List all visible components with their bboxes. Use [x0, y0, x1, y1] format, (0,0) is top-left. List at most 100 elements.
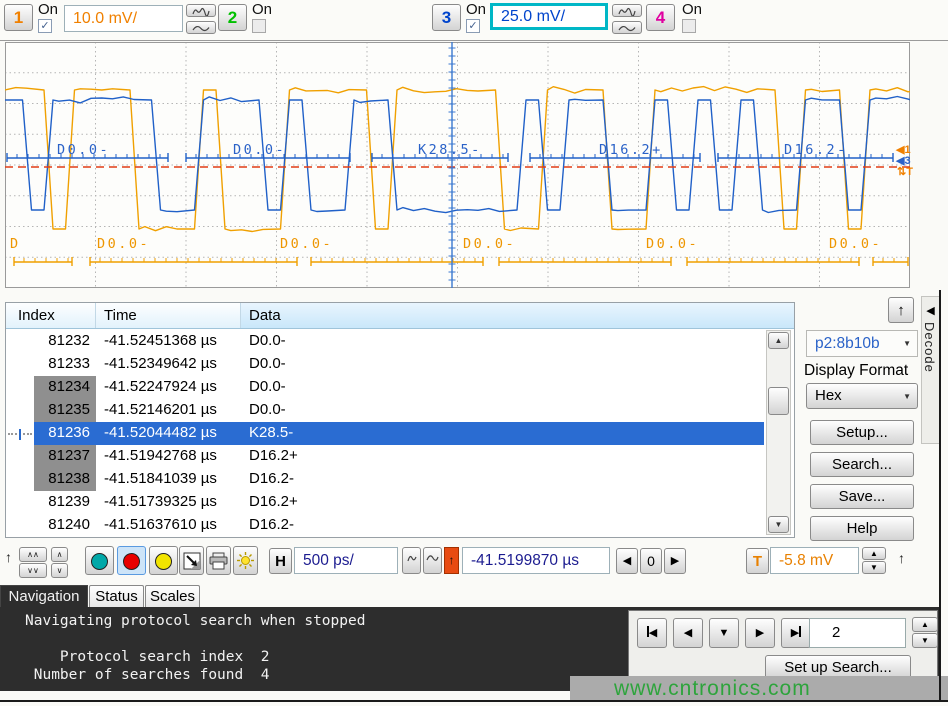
search-index-field[interactable]: 2	[809, 618, 906, 648]
channel-2-button[interactable]: 2	[218, 4, 247, 31]
previous-result-button[interactable]: ◀	[673, 618, 703, 648]
table-row[interactable]: 81236-41.52044482 µsK28.5-	[6, 422, 764, 445]
cell-index: 81237	[34, 445, 96, 468]
last-bar-icon	[799, 626, 801, 637]
channel-4-on-checkbox[interactable]: ✓	[682, 19, 696, 33]
table-scrollbar[interactable]: ▲ ▼	[766, 330, 791, 535]
channel-3-waveshape-icon-button[interactable]	[612, 4, 642, 17]
trigger-menu-button[interactable]: T	[746, 548, 769, 574]
position-zero-button[interactable]: 0	[640, 548, 662, 574]
row-gutter	[6, 514, 34, 537]
save-button[interactable]: Save...	[810, 484, 914, 509]
decode-label: D	[10, 236, 21, 252]
stop-button[interactable]	[117, 546, 146, 575]
channel-3-scale-field[interactable]: 25.0 mV/	[490, 3, 608, 30]
step-up-button[interactable]: ∧∧	[19, 547, 47, 562]
reference-point-icon[interactable]: ↑	[444, 547, 459, 574]
cell-index: 81236	[34, 422, 96, 445]
channel-4-button[interactable]: 4	[646, 4, 675, 31]
tab-status[interactable]: Status	[89, 585, 144, 608]
channel-2-on-label: On	[252, 1, 272, 18]
search-navigation-panel: ◀ ◀ ▼ ▶ ▶ 2 ▲ ▼ Set up Search...	[628, 610, 938, 684]
cell-data: D16.2-	[241, 514, 764, 537]
fine-up-button[interactable]: ∧	[51, 547, 68, 562]
trigger-level-down-button[interactable]: ▼	[862, 561, 886, 574]
scroll-up-icon[interactable]: ▲	[768, 332, 789, 349]
column-header-index[interactable]: Index	[6, 303, 96, 328]
position-left-button[interactable]: ◀	[616, 548, 638, 574]
channel-toolbar: 1 On ✓ 10.0 mV/ 2 On ✓ 3 On ✓ 25.0 mV/ 4…	[0, 0, 948, 41]
print-button[interactable]	[206, 546, 231, 575]
scroll-thumb[interactable]	[768, 387, 789, 415]
table-row[interactable]: 81235-41.52146201 µsD0.0-	[6, 399, 764, 422]
decode-label: D0.0-	[57, 142, 110, 158]
cell-data: D16.2-	[241, 468, 764, 491]
run-button[interactable]	[85, 546, 114, 575]
column-header-data[interactable]: Data	[241, 303, 794, 328]
single-button[interactable]	[149, 546, 178, 575]
channel-3-on-checkbox[interactable]: ✓	[466, 19, 480, 33]
cell-index: 81232	[34, 330, 96, 353]
setup-button[interactable]: Setup...	[810, 420, 914, 445]
timebase-field[interactable]: 500 ps/	[294, 547, 398, 574]
scroll-down-icon[interactable]: ▼	[768, 516, 789, 533]
tab-scales[interactable]: Scales	[145, 585, 200, 608]
sine-icon	[193, 26, 209, 30]
channel-2-on-checkbox[interactable]: ✓	[252, 19, 266, 33]
waveform-display[interactable]: D0.0-D0.0-K28.5-D16.2+D16.2- DD0.0-D0.0-…	[5, 42, 910, 288]
table-row[interactable]: 81239-41.51739325 µsD16.2+	[6, 491, 764, 514]
decode-bus-select[interactable]: p2:8b10b▼	[806, 330, 918, 357]
channel-1-sine-icon-button[interactable]	[186, 21, 216, 34]
table-row[interactable]: 81234-41.52247924 µsD0.0-	[6, 376, 764, 399]
row-gutter	[6, 353, 34, 376]
tab-navigation[interactable]: Navigation	[0, 585, 88, 608]
table-row[interactable]: 81233-41.52349642 µsD0.0-	[6, 353, 764, 376]
display-brightness-button[interactable]	[233, 546, 258, 575]
table-row[interactable]: 81238-41.51841039 µsD16.2-	[6, 468, 764, 491]
zoom-waveform-icon-button[interactable]	[402, 547, 421, 574]
last-result-button[interactable]: ▶	[781, 618, 811, 648]
collapse-panel-up-button[interactable]: ↑	[888, 297, 914, 323]
channel-1-waveshape-icon-button[interactable]	[186, 4, 216, 17]
fine-down-button[interactable]: ∨	[51, 563, 68, 578]
run-icon	[91, 553, 108, 570]
channel-3-sine-icon-button[interactable]	[612, 21, 642, 34]
channel-1-button[interactable]: 1	[4, 4, 33, 31]
trigger-level-up-button[interactable]: ▲	[862, 547, 886, 560]
horizontal-menu-button[interactable]: H	[269, 548, 292, 574]
window-right-edge	[939, 290, 941, 702]
channel-3-button[interactable]: 3	[432, 4, 461, 31]
column-header-time[interactable]: Time	[96, 303, 241, 328]
fine-stepper: ∧ ∨	[51, 547, 68, 579]
search-index-up-button[interactable]: ▲	[912, 617, 938, 632]
channel-1-on-checkbox[interactable]: ✓	[38, 19, 52, 33]
small-sine-icon	[426, 552, 439, 564]
trigger-level-marker-icon[interactable]: ⇅T	[897, 167, 913, 177]
horizontal-position-field[interactable]: -41.5199870 µs	[462, 547, 610, 574]
table-row[interactable]: 81240-41.51637610 µsD16.2-	[6, 514, 764, 537]
trigger-slope-up-icon: ↑	[898, 550, 905, 566]
step-down-button[interactable]: ∨∨	[19, 563, 47, 578]
first-result-button[interactable]: ◀	[637, 618, 667, 648]
search-button[interactable]: Search...	[810, 452, 914, 477]
search-index-down-button[interactable]: ▼	[912, 633, 938, 648]
sine-waveform-icon-button[interactable]	[423, 547, 442, 574]
help-button[interactable]: Help	[810, 516, 914, 541]
channel-3-ground-marker-icon[interactable]: ◀3	[896, 156, 911, 166]
table-row[interactable]: 81232-41.52451368 µsD0.0-	[6, 330, 764, 353]
position-right-button[interactable]: ▶	[664, 548, 686, 574]
decode-side-tab[interactable]: ◀ Decode	[921, 296, 940, 444]
channel-1-scale-value: 10.0 mV/	[73, 10, 137, 27]
table-row[interactable]: 81237-41.51942768 µsD16.2+	[6, 445, 764, 468]
channel-1-ground-marker-icon[interactable]: ◀1	[896, 145, 911, 155]
cell-data: D16.2+	[241, 445, 764, 468]
trigger-level-field[interactable]: -5.8 mV	[770, 547, 859, 574]
cell-data: D0.0-	[241, 353, 764, 376]
next-result-button[interactable]: ▶	[745, 618, 775, 648]
channel-1-scale-field[interactable]: 10.0 mV/	[64, 5, 183, 32]
cell-time: -41.52349642 µs	[96, 353, 241, 376]
trigger-level-value: -5.8 mV	[779, 552, 833, 569]
export-window-button[interactable]	[179, 546, 204, 575]
display-format-select[interactable]: Hex▼	[806, 383, 918, 409]
current-result-button[interactable]: ▼	[709, 618, 739, 648]
